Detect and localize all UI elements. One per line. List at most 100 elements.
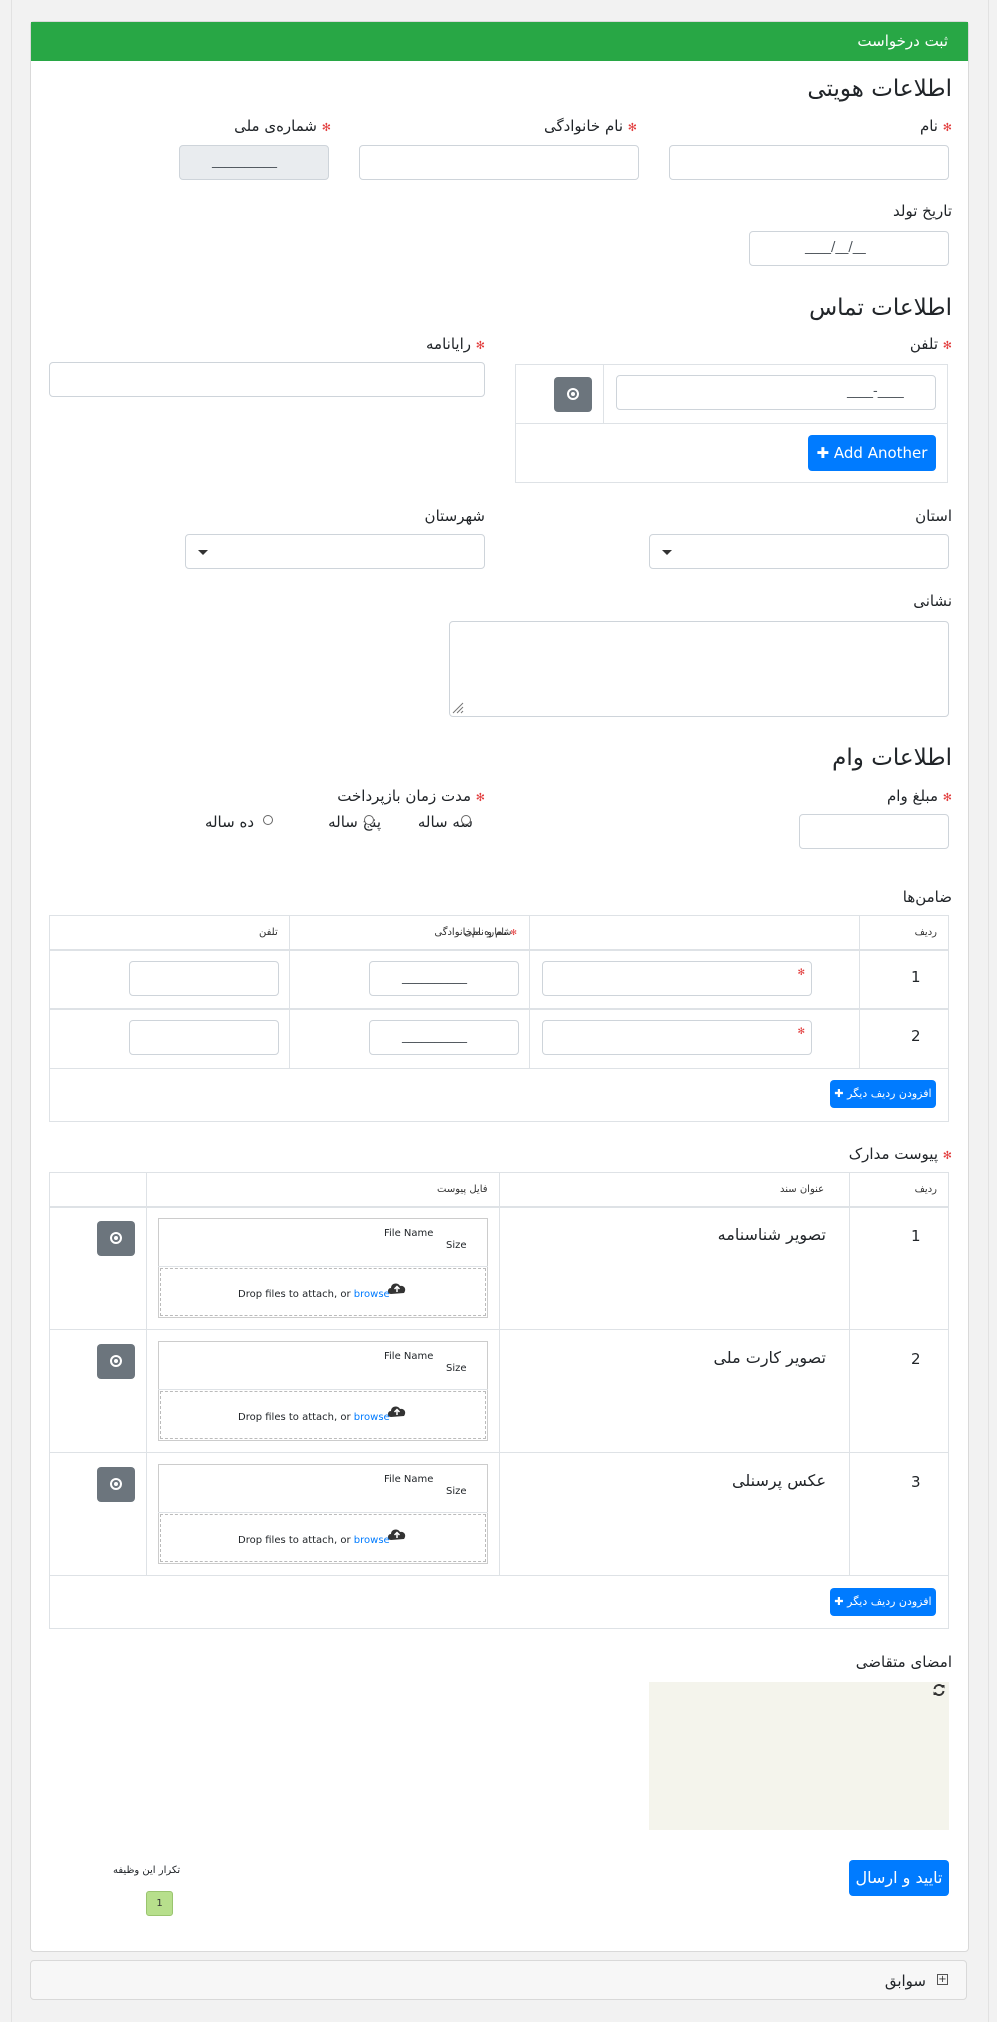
required-asterisk-icon: ✻ xyxy=(942,121,952,134)
file-name-header: File Name xyxy=(384,1474,434,1485)
required-asterisk-icon: ✻ xyxy=(797,968,805,978)
required-asterisk-icon: ✻ xyxy=(627,121,637,134)
remove-phone-button[interactable] xyxy=(554,377,592,412)
phone-input[interactable]: ____-____ xyxy=(616,375,936,410)
guarantors-title: ضامن‌ها xyxy=(902,888,952,906)
signature-pad[interactable] xyxy=(649,1682,949,1830)
repeat-count-badge[interactable]: 1 xyxy=(146,1891,173,1916)
signature-label: امضای متقاضی xyxy=(855,1653,952,1671)
guarantor-name-input[interactable]: ✻ xyxy=(542,1020,812,1055)
term-option-10-year[interactable]: ده ساله xyxy=(205,812,254,831)
refresh-icon[interactable] xyxy=(932,1683,946,1697)
submit-button[interactable]: تایید و ارسال xyxy=(849,1860,949,1896)
birth-date-input[interactable]: ____/__/__ xyxy=(749,231,949,266)
divider xyxy=(849,1172,850,1575)
first-name-input[interactable] xyxy=(669,145,949,180)
cloud-upload-icon xyxy=(388,1529,406,1540)
cloud-upload-icon xyxy=(388,1406,406,1417)
city-select[interactable] xyxy=(185,534,485,569)
email-label: رایانامه ✻ xyxy=(426,335,485,353)
attachments-title: پیوست مدارک ✻ xyxy=(848,1145,952,1163)
guarantor-phone-input[interactable] xyxy=(129,1020,279,1055)
required-asterisk-icon: ✻ xyxy=(475,339,485,352)
document-title: عکس پرسنلی xyxy=(731,1471,826,1490)
required-asterisk-icon: ✻ xyxy=(942,339,952,352)
add-icon: ✚ xyxy=(816,444,830,462)
remove-attachment-button[interactable] xyxy=(97,1221,135,1256)
guarantor-name-input[interactable]: ✻ xyxy=(542,961,812,996)
divider xyxy=(158,1512,488,1513)
email-input[interactable] xyxy=(49,362,485,397)
guarantor-phone-input[interactable] xyxy=(129,961,279,996)
address-label: نشانی xyxy=(913,592,952,610)
guarantor-national-id-input[interactable]: __________ xyxy=(369,1020,519,1055)
resize-handle-icon[interactable] xyxy=(452,702,464,714)
file-size-header: Size xyxy=(446,1363,467,1374)
required-asterisk-icon: ✻ xyxy=(797,1027,805,1037)
add-attachment-row-button[interactable]: ✚ افزودن ردیف دیگر xyxy=(830,1588,936,1616)
repayment-term-label: مدت زمان بازپرداخت ✻ xyxy=(337,787,485,805)
remove-attachment-button[interactable] xyxy=(97,1467,135,1502)
history-panel-header[interactable]: سوابق + xyxy=(30,1960,967,2000)
browse-link[interactable]: browse xyxy=(354,1289,390,1300)
loan-section-title: اطلاعات وام xyxy=(832,745,952,771)
guarantor-national-id-input[interactable]: __________ xyxy=(369,961,519,996)
history-label: سوابق xyxy=(884,1972,926,1990)
guarantors-table xyxy=(49,915,949,1122)
column-header: عنوان سند xyxy=(780,1184,825,1195)
file-name-header: File Name xyxy=(384,1228,434,1239)
first-name-label: نام ✻ xyxy=(919,117,952,135)
browse-link[interactable]: browse xyxy=(354,1535,390,1546)
remove-attachment-button[interactable] xyxy=(97,1344,135,1379)
city-label: شهرستان xyxy=(424,507,485,525)
file-size-header: Size xyxy=(446,1486,467,1497)
divider xyxy=(49,1068,949,1069)
phone-label: تلفن ✻ xyxy=(909,335,952,353)
remove-circle-icon xyxy=(110,1232,122,1244)
divider xyxy=(289,915,290,1068)
divider xyxy=(603,364,604,424)
loan-amount-label: مبلغ وام ✻ xyxy=(887,787,952,805)
column-header: فایل پیوست xyxy=(437,1184,488,1195)
file-size-header: Size xyxy=(446,1240,467,1251)
required-asterisk-icon: ✻ xyxy=(321,121,331,134)
required-asterisk-icon: ✻ xyxy=(942,1149,952,1162)
cloud-upload-icon xyxy=(388,1283,406,1294)
divider xyxy=(49,1575,949,1576)
row-index: 1 xyxy=(911,1227,921,1245)
term-radio-5-year[interactable] xyxy=(364,815,374,825)
national-id-label: شماره‌ی ملی ✻ xyxy=(234,117,331,135)
browse-link[interactable]: browse xyxy=(354,1412,390,1423)
repeat-task-label: تکرار این وظیفه xyxy=(113,1865,181,1876)
province-select[interactable] xyxy=(649,534,949,569)
remove-circle-icon xyxy=(110,1355,122,1367)
national-id-input[interactable]: __________ xyxy=(179,145,329,180)
remove-circle-icon xyxy=(567,388,579,400)
divider xyxy=(515,423,948,424)
add-guarantor-row-button[interactable]: ✚ افزودن ردیف دیگر xyxy=(830,1080,936,1108)
address-textarea[interactable] xyxy=(449,621,949,717)
required-asterisk-icon: ✻ xyxy=(942,791,952,804)
add-icon: ✚ xyxy=(834,1595,844,1608)
term-radio-10-year[interactable] xyxy=(263,815,273,825)
drop-files-text: Drop files to attach, or browse xyxy=(238,1535,390,1546)
document-title: تصویر شناسنامه xyxy=(717,1225,826,1244)
column-header: ردیف xyxy=(914,1184,937,1195)
divider xyxy=(49,1008,949,1010)
drop-files-text: Drop files to attach, or browse xyxy=(238,1289,390,1300)
row-index: 2 xyxy=(911,1350,921,1368)
row-index: 2 xyxy=(911,1027,921,1045)
loan-amount-input[interactable] xyxy=(799,814,949,849)
contact-section-title: اطلاعات تماس xyxy=(809,295,952,321)
row-index: 1 xyxy=(911,968,921,986)
divider xyxy=(499,1172,500,1575)
file-name-header: File Name xyxy=(384,1351,434,1362)
term-radio-3-year[interactable] xyxy=(461,815,471,825)
expand-plus-icon: + xyxy=(937,1974,948,1985)
drop-files-text: Drop files to attach, or browse xyxy=(238,1412,390,1423)
required-asterisk-icon: ✻ xyxy=(475,791,485,804)
last-name-input[interactable] xyxy=(359,145,639,180)
column-header: ردیف xyxy=(914,927,937,938)
add-another-phone-button[interactable]: ✚ Add Another xyxy=(808,435,936,471)
birth-date-label: تاریخ تولد xyxy=(893,202,952,220)
